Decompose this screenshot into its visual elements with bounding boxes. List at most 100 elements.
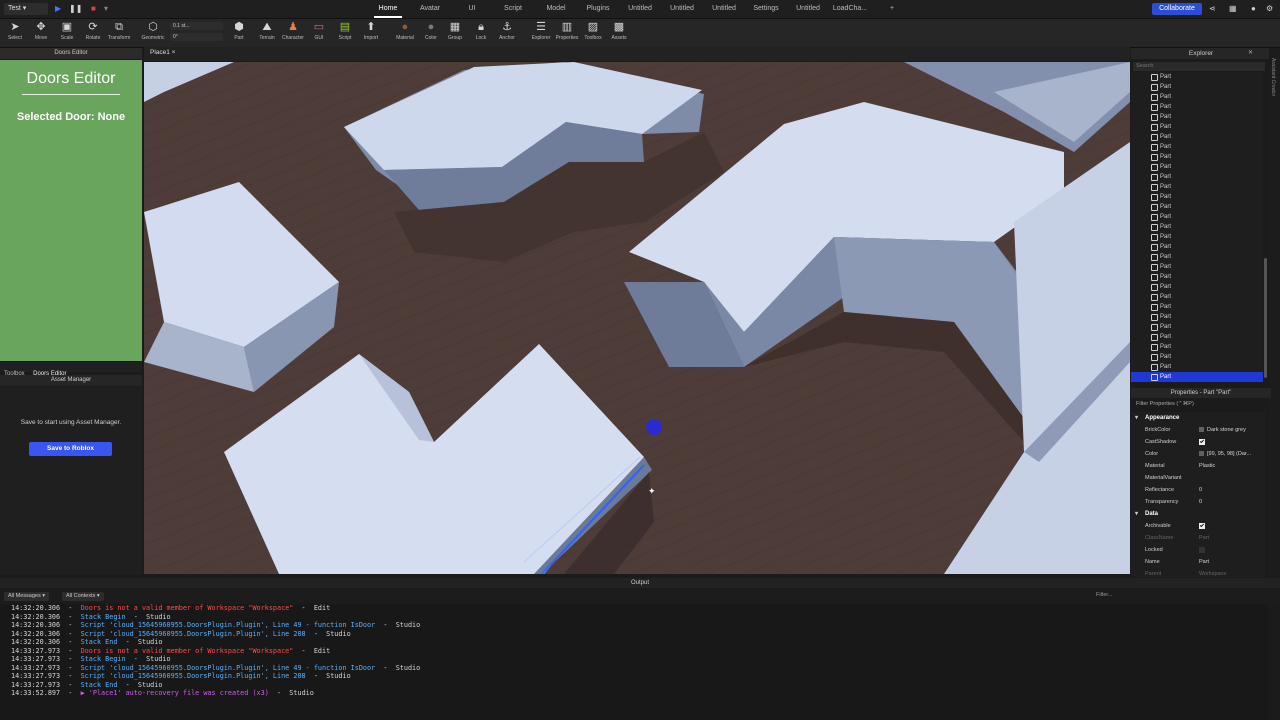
- explorer-item-part[interactable]: Part: [1131, 282, 1263, 292]
- properties-filter-input[interactable]: Filter Properties (⌃⌘P): [1133, 400, 1268, 409]
- tab-home[interactable]: Home: [368, 0, 408, 18]
- settings-icon[interactable]: ⚙: [1266, 4, 1273, 13]
- tab-model[interactable]: Model: [536, 0, 576, 18]
- property-row-name[interactable]: Name Part: [1131, 556, 1265, 568]
- explorer-item-part[interactable]: Part: [1131, 172, 1263, 182]
- transform-tool-button[interactable]: ⧉ Transform: [106, 21, 132, 45]
- explorer-item-part[interactable]: Part: [1131, 182, 1263, 192]
- rotate-tool-button[interactable]: ⟳ Rotate: [80, 21, 106, 45]
- script-tool-button[interactable]: ▤ Script: [332, 21, 358, 45]
- assets-tool-button[interactable]: ▩ Assets: [606, 21, 632, 45]
- explorer-item-part[interactable]: Part: [1131, 322, 1263, 332]
- tab-untitled[interactable]: Untitled: [788, 0, 828, 18]
- pause-icon[interactable]: ❚❚: [69, 4, 82, 13]
- property-row-classname[interactable]: ClassName Part: [1131, 532, 1265, 544]
- explorer-item-part[interactable]: Part: [1131, 112, 1263, 122]
- notification-icon[interactable]: ●: [1251, 4, 1256, 13]
- property-row-parent[interactable]: Parent Workspace: [1131, 568, 1265, 577]
- lock-tool-button[interactable]: 🔒︎ Lock: [468, 21, 494, 45]
- gui-tool-button[interactable]: ▭ GUI: [306, 21, 332, 45]
- property-row-archivable[interactable]: Archivable: [1131, 520, 1265, 532]
- all-contexts-dropdown[interactable]: All Contexts ▾: [62, 592, 104, 601]
- snap-rotate-field[interactable]: 0°: [170, 33, 223, 41]
- explorer-item-part[interactable]: Part: [1131, 262, 1263, 272]
- explorer-item-part[interactable]: Part: [1131, 72, 1263, 82]
- section-data[interactable]: Data: [1131, 508, 1265, 520]
- add-tab-button[interactable]: +: [886, 0, 898, 18]
- tab-plugins[interactable]: Plugins: [578, 0, 618, 18]
- tab-avatar[interactable]: Avatar: [410, 0, 450, 18]
- group-tool-button[interactable]: ▦ Group: [442, 21, 468, 45]
- save-to-roblox-button[interactable]: Save to Roblox: [29, 442, 112, 456]
- grid-icon[interactable]: ▦: [1229, 4, 1237, 13]
- selection-marker[interactable]: [646, 419, 662, 435]
- property-row-locked[interactable]: Locked: [1131, 544, 1265, 556]
- mode-selector[interactable]: Test ▾: [4, 3, 48, 15]
- anchor-tool-button[interactable]: ⚓︎ Anchor: [494, 21, 520, 45]
- section-appearance[interactable]: Appearance: [1131, 412, 1265, 424]
- character-tool-button[interactable]: ♟ Character: [280, 21, 306, 45]
- explorer-item-part[interactable]: Part: [1131, 342, 1263, 352]
- property-row-castshadow[interactable]: CastShadow: [1131, 436, 1265, 448]
- explorer-item-part[interactable]: Part: [1131, 212, 1263, 222]
- explorer-item-part[interactable]: Part: [1131, 162, 1263, 172]
- explorer-item-part[interactable]: Part: [1131, 142, 1263, 152]
- tab-place1[interactable]: Place1 ×: [150, 49, 175, 56]
- explorer-item-part[interactable]: Part: [1131, 202, 1263, 212]
- explorer-item-part[interactable]: Part: [1131, 272, 1263, 282]
- explorer-item-part[interactable]: Part: [1131, 132, 1263, 142]
- output-filter-input[interactable]: Filter...: [1096, 592, 1236, 601]
- explorer-item-part[interactable]: Part: [1131, 372, 1263, 382]
- material-tool-button[interactable]: ● Material: [392, 21, 418, 45]
- import-tool-button[interactable]: ⬆ Import: [358, 21, 384, 45]
- property-row-material[interactable]: Material Plastic: [1131, 460, 1265, 472]
- explorer-tool-button[interactable]: ☰ Explorer: [528, 21, 554, 45]
- collaborate-button[interactable]: Collaborate: [1152, 3, 1202, 15]
- tab-loadcha-[interactable]: LoadCha...: [830, 0, 870, 18]
- scale-tool-button[interactable]: ▣ Scale: [54, 21, 80, 45]
- explorer-item-part[interactable]: Part: [1131, 362, 1263, 372]
- select-tool-button[interactable]: ➤ Select: [2, 21, 28, 45]
- explorer-item-part[interactable]: Part: [1131, 252, 1263, 262]
- explorer-item-part[interactable]: Part: [1131, 122, 1263, 132]
- properties-tool-button[interactable]: ▥ Properties: [554, 21, 580, 45]
- property-row-transparency[interactable]: Transparency 0: [1131, 496, 1265, 508]
- explorer-item-part[interactable]: Part: [1131, 192, 1263, 202]
- property-row-color[interactable]: Color [99, 95, 98] (Dar...: [1131, 448, 1265, 460]
- tab-script[interactable]: Script: [493, 0, 533, 18]
- terrain-tool-button[interactable]: ⛰ Terrain: [254, 21, 280, 45]
- explorer-scrollbar[interactable]: [1264, 258, 1267, 378]
- color-tool-button[interactable]: ● Color: [418, 21, 444, 45]
- all-messages-dropdown[interactable]: All Messages ▾: [4, 592, 50, 601]
- explorer-item-part[interactable]: Part: [1131, 92, 1263, 102]
- explorer-item-part[interactable]: Part: [1131, 292, 1263, 302]
- part-tool-button[interactable]: ⬢ Part: [226, 21, 252, 45]
- move-tool-button[interactable]: ✥ Move: [28, 21, 54, 45]
- explorer-item-part[interactable]: Part: [1131, 82, 1263, 92]
- explorer-item-part[interactable]: Part: [1131, 242, 1263, 252]
- 3d-viewport[interactable]: ✦: [144, 62, 1130, 574]
- explorer-item-part[interactable]: Part: [1131, 352, 1263, 362]
- property-row-materialvariant[interactable]: MaterialVariant: [1131, 472, 1265, 484]
- explorer-item-part[interactable]: Part: [1131, 312, 1263, 322]
- property-row-reflectance[interactable]: Reflectance 0: [1131, 484, 1265, 496]
- geometric-tool-button[interactable]: ⬡ Geometric: [140, 21, 166, 45]
- property-row-brickcolor[interactable]: BrickColor Dark stone grey: [1131, 424, 1265, 436]
- tab-untitled[interactable]: Untitled: [704, 0, 744, 18]
- explorer-item-part[interactable]: Part: [1131, 222, 1263, 232]
- explorer-item-part[interactable]: Part: [1131, 102, 1263, 112]
- explorer-item-part[interactable]: Part: [1131, 232, 1263, 242]
- explorer-item-part[interactable]: Part: [1131, 152, 1263, 162]
- share-icon[interactable]: ⋖: [1209, 4, 1216, 13]
- tab-untitled[interactable]: Untitled: [662, 0, 702, 18]
- snap-move-field[interactable]: 0.1 st...: [170, 22, 223, 30]
- explorer-search-input[interactable]: [1133, 62, 1265, 71]
- close-icon[interactable]: ✕: [1248, 49, 1253, 56]
- tab-ui[interactable]: UI: [452, 0, 492, 18]
- explorer-item-part[interactable]: Part: [1131, 302, 1263, 312]
- dropdown-icon[interactable]: ▾: [104, 4, 108, 13]
- tab-untitled[interactable]: Untitled: [620, 0, 660, 18]
- play-icon[interactable]: ▶: [55, 4, 61, 13]
- tab-settings[interactable]: Settings: [746, 0, 786, 18]
- stop-icon[interactable]: ■: [91, 4, 96, 13]
